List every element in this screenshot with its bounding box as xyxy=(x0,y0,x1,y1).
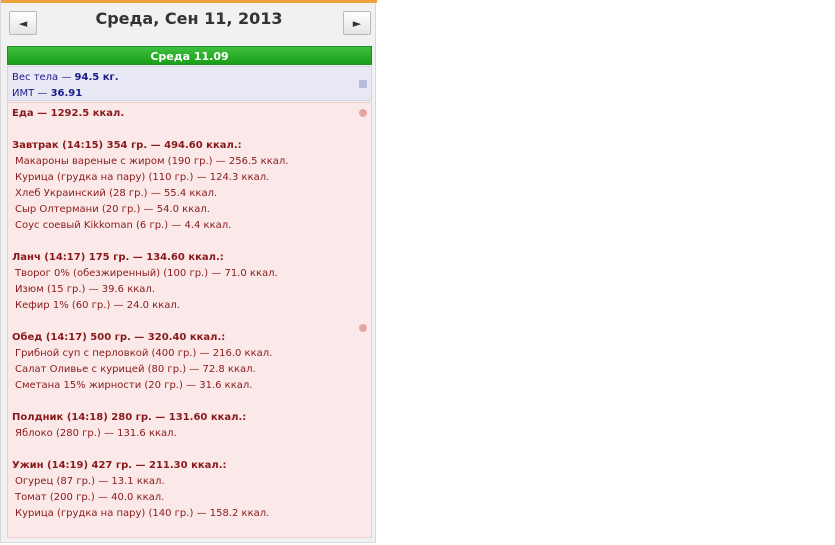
next-day-button[interactable]: ► xyxy=(343,11,371,35)
food-item: Хлеб Украинский (28 гр.) — 55.4 ккал. xyxy=(15,188,218,199)
meal-title-lunch: Ланч (14:17) 175 гр. — 134.60 ккал.: xyxy=(12,252,224,263)
food-log-box[interactable]: Еда — 1292.5 ккал. Завтрак (14:15) 354 г… xyxy=(7,102,372,538)
arrow-right-icon: ► xyxy=(352,16,362,30)
diary-panel: ◄ Среда, Сен 11, 2013 ► Среда 11.09 Вес … xyxy=(0,0,377,543)
food-item: Изюм (15 гр.) — 39.6 ккал. xyxy=(15,284,156,295)
weight-label: Вес тела — xyxy=(12,72,75,83)
apple-icon[interactable] xyxy=(359,324,367,332)
food-item: Грибной суп с перловкой (400 гр.) — 216.… xyxy=(15,348,273,359)
food-item: Сметана 15% жирности (20 гр.) — 31.6 кка… xyxy=(15,380,253,391)
meal-title-supper: Ужин (14:19) 427 гр. — 211.30 ккал.: xyxy=(12,460,227,471)
meal-title-snack: Полдник (14:18) 280 гр. — 131.60 ккал.: xyxy=(12,412,247,423)
bmi-value: 36.91 xyxy=(50,88,83,99)
food-item: Томат (200 гр.) — 40.0 ккал. xyxy=(15,492,165,503)
weight-value: 94.5 кг. xyxy=(74,72,119,83)
day-bar[interactable]: Среда 11.09 xyxy=(7,46,372,65)
prev-day-button[interactable]: ◄ xyxy=(9,11,37,35)
meal-title-breakfast: Завтрак (14:15) 354 гр. — 494.60 ккал.: xyxy=(12,140,242,151)
body-metrics-box[interactable]: Вес тела — 94.5 кг. ИМТ — 36.91 xyxy=(7,66,372,101)
food-item: Яблоко (280 гр.) — 131.6 ккал. xyxy=(15,428,177,439)
scale-icon[interactable] xyxy=(359,80,367,88)
date-title: Среда, Сен 11, 2013 xyxy=(95,9,283,28)
food-item: Курица (грудка на пару) (110 гр.) — 124.… xyxy=(15,172,270,183)
food-item: Творог 0% (обезжиренный) (100 гр.) — 71.… xyxy=(15,268,278,279)
arrow-left-icon: ◄ xyxy=(18,16,28,30)
food-item: Курица (грудка на пару) (140 гр.) — 158.… xyxy=(15,508,270,519)
food-item: Макароны вареные с жиром (190 гр.) — 256… xyxy=(15,156,289,167)
food-item: Сыр Олтермани (20 гр.) — 54.0 ккал. xyxy=(15,204,210,215)
date-header: ◄ Среда, Сен 11, 2013 ► xyxy=(1,3,375,43)
food-item: Салат Оливье с курицей (80 гр.) — 72.8 к… xyxy=(15,364,256,375)
food-item: Кефир 1% (60 гр.) — 24.0 ккал. xyxy=(15,300,180,311)
apple-icon[interactable] xyxy=(359,109,367,117)
meal-title-dinner: Обед (14:17) 500 гр. — 320.40 ккал.: xyxy=(12,332,226,343)
food-item: Огурец (87 гр.) — 13.1 ккал. xyxy=(15,476,165,487)
bmi-line: ИМТ — 36.91 xyxy=(12,86,367,102)
bmi-label: ИМТ — xyxy=(12,88,51,99)
weight-line: Вес тела — 94.5 кг. xyxy=(12,70,367,86)
food-total: Еда — 1292.5 ккал. xyxy=(12,108,125,119)
food-item: Соус соевый Kikkoman (6 гр.) — 4.4 ккал. xyxy=(15,220,232,231)
